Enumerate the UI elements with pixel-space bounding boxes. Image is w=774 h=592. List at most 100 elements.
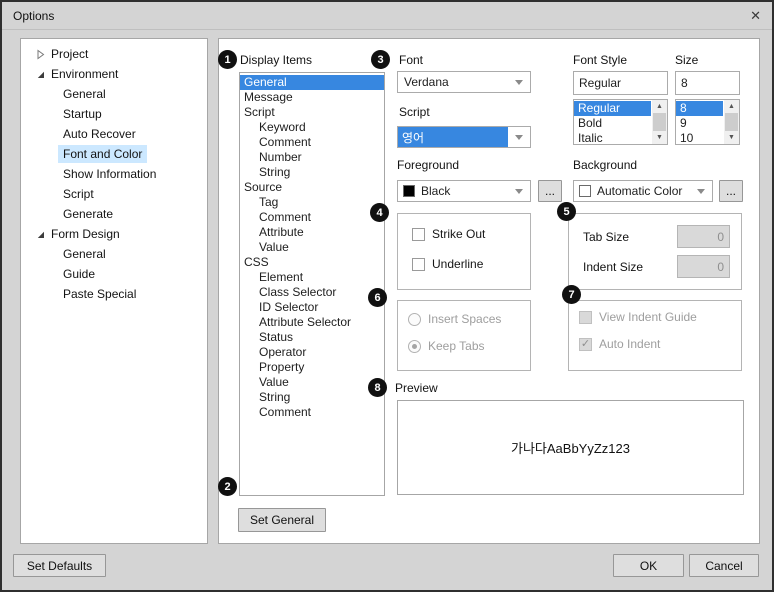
tree-item-generate[interactable]: Generate [21,204,207,224]
scroll-down-icon[interactable]: ▼ [724,131,739,144]
tree-item-show-information[interactable]: Show Information [21,164,207,184]
tree-item-general[interactable]: General [21,244,207,264]
checkbox-icon [412,258,425,271]
tree-item-label: Project [51,47,88,61]
tree-item-label: General [63,247,106,261]
display-item-class-selector[interactable]: Class Selector [240,285,384,300]
underline-checkbox[interactable]: Underline [412,257,483,271]
size-option-8[interactable]: 8 [676,101,723,116]
chevron-down-icon [697,189,705,194]
font-style-input[interactable]: Regular [573,71,668,95]
display-item-operator[interactable]: Operator [240,345,384,360]
display-item-comment[interactable]: Comment [240,210,384,225]
badge-2: 2 [218,477,237,496]
display-item-property[interactable]: Property [240,360,384,375]
display-item-source[interactable]: Source [240,180,384,195]
size-option-10[interactable]: 10 [676,131,723,145]
indent-size-label: Indent Size [583,260,643,274]
display-item-status[interactable]: Status [240,330,384,345]
scroll-thumb[interactable] [653,113,666,131]
whitespace-group [397,300,531,371]
display-item-css[interactable]: CSS [240,255,384,270]
font-style-option-regular[interactable]: Regular [574,101,651,116]
display-items-label: Display Items [240,53,312,67]
display-item-string[interactable]: String [240,390,384,405]
scroll-thumb[interactable] [725,113,738,131]
preview-label: Preview [395,381,438,395]
tree-collapsed-icon[interactable] [34,48,47,60]
set-defaults-button[interactable]: Set Defaults [13,554,106,577]
display-item-attribute[interactable]: Attribute [240,225,384,240]
size-input[interactable]: 8 [675,71,740,95]
cancel-button[interactable]: Cancel [689,554,759,577]
foreground-label: Foreground [397,158,459,172]
display-item-comment[interactable]: Comment [240,405,384,420]
size-list[interactable]: ▲ ▼ 8910 [675,99,740,145]
checkbox-icon [412,228,425,241]
display-item-general[interactable]: General [240,75,384,90]
strike-out-checkbox[interactable]: Strike Out [412,227,485,241]
script-select-value: 영어 [398,127,508,147]
tree-item-label: Environment [51,67,118,81]
display-item-value[interactable]: Value [240,375,384,390]
font-style-option-italic[interactable]: Italic [574,131,651,145]
tree-expanded-icon[interactable] [34,68,47,80]
display-item-string[interactable]: String [240,165,384,180]
insert-spaces-radio: Insert Spaces [408,312,501,326]
background-color-select[interactable]: Automatic Color [573,180,713,202]
foreground-color-select[interactable]: Black [397,180,531,202]
display-item-number[interactable]: Number [240,150,384,165]
display-item-id-selector[interactable]: ID Selector [240,300,384,315]
tree-item-font-and-color[interactable]: Font and Color [21,144,207,164]
script-label: Script [399,105,430,119]
font-style-option-bold[interactable]: Bold [574,116,651,131]
ok-button[interactable]: OK [613,554,684,577]
scroll-down-icon[interactable]: ▼ [652,131,667,144]
preview-sample-text: 가나다AaBbYyZz123 [511,438,630,457]
tree-item-guide[interactable]: Guide [21,264,207,284]
radio-selected-icon [408,340,421,353]
background-more-button[interactable]: ... [719,180,743,202]
display-item-attribute-selector[interactable]: Attribute Selector [240,315,384,330]
set-general-button[interactable]: Set General [238,508,326,532]
display-item-element[interactable]: Element [240,270,384,285]
tree-item-environment[interactable]: Environment [21,64,207,84]
scroll-up-icon[interactable]: ▲ [652,100,667,113]
display-item-script[interactable]: Script [240,105,384,120]
tree-item-form-design[interactable]: Form Design [21,224,207,244]
script-select[interactable]: 영어 [397,126,531,148]
foreground-more-button[interactable]: ... [538,180,562,202]
font-select[interactable]: Verdana [397,71,531,93]
scrollbar[interactable]: ▲ ▼ [652,100,667,144]
tree-item-auto-recover[interactable]: Auto Recover [21,124,207,144]
keep-tabs-radio: Keep Tabs [408,339,485,353]
options-dialog: Options ✕ ProjectEnvironmentGeneralStart… [0,0,774,592]
tree-item-paste-special[interactable]: Paste Special [21,284,207,304]
display-item-comment[interactable]: Comment [240,135,384,150]
display-items-list[interactable]: GeneralMessageScriptKeywordCommentNumber… [239,72,385,496]
display-item-message[interactable]: Message [240,90,384,105]
size-option-9[interactable]: 9 [676,116,723,131]
strike-out-label: Strike Out [432,227,485,241]
tree-expanded-icon[interactable] [34,228,47,240]
keep-tabs-label: Keep Tabs [428,339,485,353]
tree-item-script[interactable]: Script [21,184,207,204]
font-style-list[interactable]: ▲ ▼ RegularBoldItalic [573,99,668,145]
size-label: Size [675,53,698,67]
underline-label: Underline [432,257,483,271]
display-item-value[interactable]: Value [240,240,384,255]
badge-5: 5 [557,202,576,221]
display-item-keyword[interactable]: Keyword [240,120,384,135]
tree-item-label: Generate [63,207,113,221]
tree-item-general[interactable]: General [21,84,207,104]
tree-item-project[interactable]: Project [21,44,207,64]
scroll-up-icon[interactable]: ▲ [724,100,739,113]
tree-item-startup[interactable]: Startup [21,104,207,124]
close-icon[interactable]: ✕ [750,8,761,24]
checkbox-checked-icon: ✓ [579,338,592,351]
scrollbar[interactable]: ▲ ▼ [724,100,739,144]
preview-box: 가나다AaBbYyZz123 [397,400,744,495]
display-item-tag[interactable]: Tag [240,195,384,210]
view-indent-guide-checkbox: View Indent Guide [579,310,697,324]
background-label: Background [573,158,637,172]
